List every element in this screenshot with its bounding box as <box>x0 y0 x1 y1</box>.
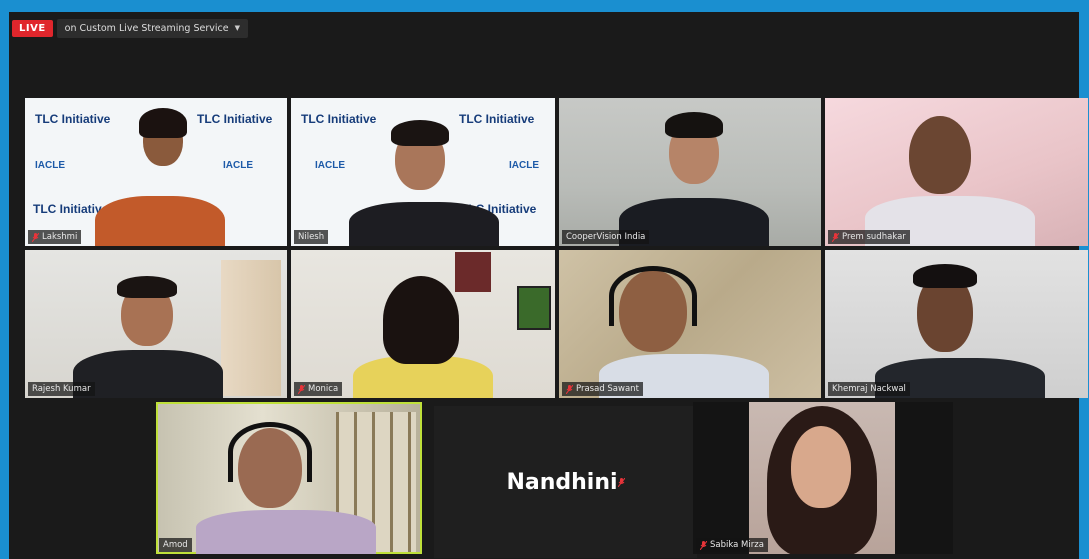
banner-logo: TLC Initiative <box>301 112 377 126</box>
mic-muted-icon <box>566 384 573 394</box>
video-tile-coopervision[interactable]: CooperVision India <box>559 98 821 246</box>
banner-iacle: IACLE <box>509 160 539 171</box>
live-stream-bar: LIVE on Custom Live Streaming Service ▼ <box>12 18 248 38</box>
participant-name-tag: Monica <box>294 382 343 396</box>
participant-name-tag: Lakshmi <box>28 230 82 244</box>
participant-figure <box>196 510 376 554</box>
stream-service-label: on Custom Live Streaming Service <box>64 22 229 34</box>
participant-figure <box>665 112 723 138</box>
participant-name-tag: Prem sudhakar <box>828 230 910 244</box>
video-tile-rajesh-kumar[interactable]: Rajesh Kumar <box>25 250 287 398</box>
participant-figure <box>139 108 187 138</box>
window-curtain <box>221 260 281 396</box>
video-tile-nandhini[interactable]: Nandhini <box>434 406 697 558</box>
mic-muted-icon <box>298 384 305 394</box>
participant-name-tag: Khemraj Nackwal <box>828 382 910 396</box>
mic-muted-icon <box>617 477 625 487</box>
participant-figure <box>95 196 225 246</box>
participant-figure <box>913 264 977 288</box>
video-tile-nilesh[interactable]: TLC Initiative TLC Initiative IACLE IACL… <box>291 98 555 246</box>
participant-figure <box>383 276 459 364</box>
participant-name-tag <box>617 477 625 487</box>
banner-logo: TLC Initiative <box>459 112 535 126</box>
participant-figure <box>391 120 449 146</box>
participant-figure <box>909 116 971 194</box>
live-badge: LIVE <box>12 19 53 37</box>
meeting-window: LIVE on Custom Live Streaming Service ▼ … <box>9 12 1088 559</box>
headphones-icon <box>609 266 697 326</box>
participant-name-tag: Nilesh <box>294 230 329 244</box>
banner-iacle: IACLE <box>223 160 253 171</box>
chevron-down-icon: ▼ <box>234 24 240 32</box>
banner-iacle: IACLE <box>35 160 65 171</box>
banner-logo: TLC Initiative <box>35 112 111 126</box>
video-tile-monica[interactable]: Monica <box>291 250 555 398</box>
participant-figure <box>349 202 499 246</box>
participant-figure <box>791 426 851 508</box>
mic-muted-icon <box>32 232 39 242</box>
participant-name-tag: CooperVision India <box>562 230 650 244</box>
participant-name-tag: Amod <box>159 538 192 552</box>
banner-iacle: IACLE <box>315 160 345 171</box>
stream-service-dropdown[interactable]: on Custom Live Streaming Service ▼ <box>56 18 248 38</box>
video-tile-amod[interactable]: Amod <box>156 402 422 554</box>
participant-figure <box>117 276 177 298</box>
video-feed <box>749 402 895 554</box>
mic-muted-icon <box>700 540 707 550</box>
headphones-icon <box>228 422 312 482</box>
wall-frame <box>517 286 551 330</box>
video-tile-prem-sudhakar[interactable]: Prem sudhakar <box>825 98 1088 246</box>
mic-muted-icon <box>832 232 839 242</box>
participant-figure <box>73 350 223 398</box>
video-tile-prasad-sawant[interactable]: Prasad Sawant <box>559 250 821 398</box>
video-tile-lakshmi[interactable]: TLC Initiative TLC Initiative IACLE IACL… <box>25 98 287 246</box>
participant-name-tag: Rajesh Kumar <box>28 382 95 396</box>
participant-name-placeholder: Nandhini <box>506 469 618 495</box>
participant-name-tag: Prasad Sawant <box>562 382 643 396</box>
wall-frame <box>455 252 491 292</box>
video-tile-khemraj-nackwal[interactable]: Khemraj Nackwal <box>825 250 1088 398</box>
participant-name-tag: Sabika Mirza <box>696 538 768 552</box>
banner-logo: TLC Initiative <box>197 112 273 126</box>
video-tile-sabika-mirza[interactable]: Sabika Mirza <box>693 402 953 554</box>
